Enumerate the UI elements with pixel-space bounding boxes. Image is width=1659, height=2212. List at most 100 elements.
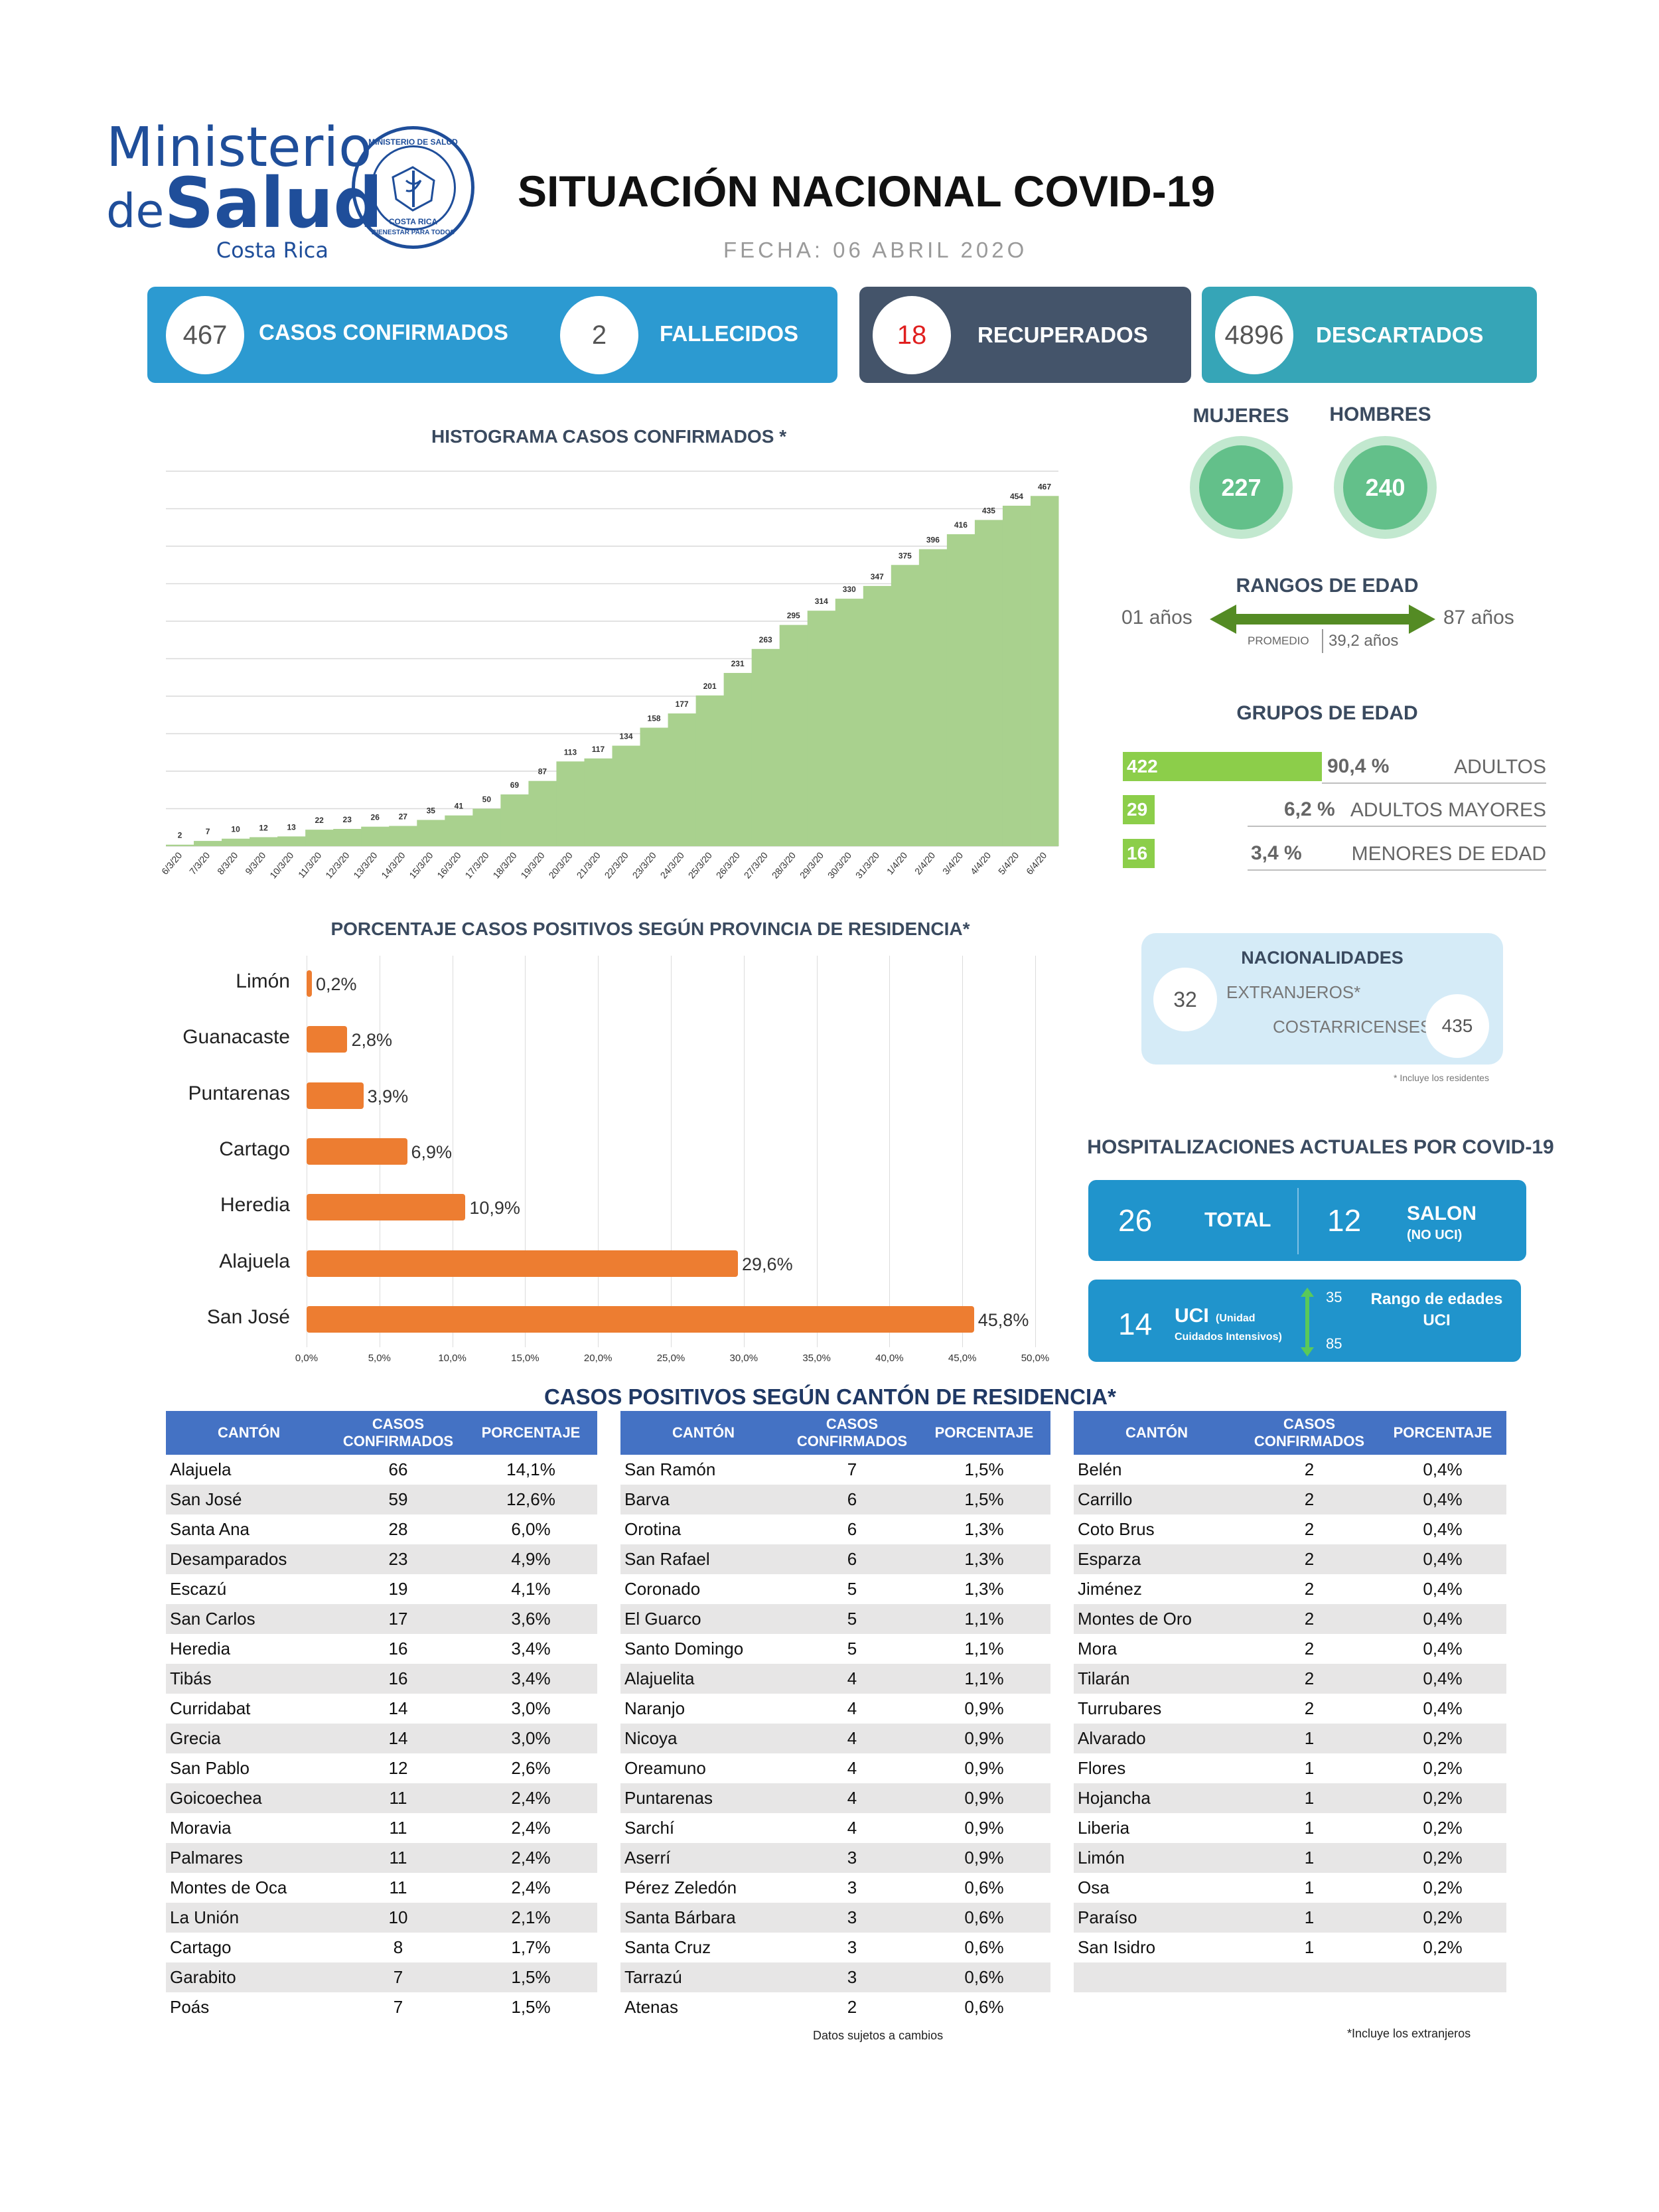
hospital-title: HOSPITALIZACIONES ACTUALES POR COVID-19 <box>1087 1136 1554 1158</box>
histogram-x-tick: 5/4/20 <box>996 849 1021 876</box>
histogram-x-tick: 21/3/20 <box>574 849 602 880</box>
table-row: Alajuela 66 14,1% <box>166 1455 597 1485</box>
canton-casos: 4 <box>847 1818 857 1838</box>
province-bar <box>307 1194 466 1221</box>
canton-name: Orotina <box>624 1519 682 1539</box>
province-bar <box>307 970 312 997</box>
canton-casos: 3 <box>786 1843 918 1873</box>
histogram-x-tick: 24/3/20 <box>658 849 686 880</box>
kpi-recuperados-box: 18 RECUPERADOS <box>859 287 1191 383</box>
histogram-step <box>668 713 697 846</box>
canton-casos: 1 <box>1240 1843 1379 1873</box>
canton-name: Montes de Oca <box>170 1878 287 1897</box>
canton-porcentaje: 2,4% <box>465 1783 597 1813</box>
canton-name: Coto Brus <box>1078 1519 1155 1539</box>
table-row: Belén 2 0,4% <box>1074 1455 1506 1485</box>
histogram-x-tick: 6/4/20 <box>1024 849 1048 876</box>
canton-name: Liberia <box>1078 1818 1130 1838</box>
canton-porcentaje: 6,0% <box>511 1519 551 1539</box>
canton-name: Hojancha <box>1074 1783 1240 1813</box>
histogram-step <box>723 672 753 846</box>
histogram-value-label: 134 <box>620 732 633 741</box>
province-value-label: 2,8% <box>351 1030 393 1051</box>
histogram-step <box>305 830 334 846</box>
histogram-value-label: 69 <box>510 780 520 790</box>
canton-name: San Isidro <box>1078 1937 1156 1957</box>
canton-porcentaje: 0,2% <box>1379 1843 1506 1873</box>
canton-casos: 4 <box>786 1664 918 1694</box>
histogram-step <box>807 611 836 846</box>
histogram-step <box>891 565 920 846</box>
histogram-chart: 2 7 10 12 1322 23 26 2735 41506987113 11713415817… <box>159 471 1059 881</box>
canton-name: Naranjo <box>624 1698 685 1718</box>
histogram-x-tick: 12/3/20 <box>323 849 351 880</box>
header-casos-line2: CONFIRMADOS <box>1254 1433 1365 1449</box>
canton-name: Nicoya <box>620 1724 786 1753</box>
canton-name: Poás <box>170 1997 210 2017</box>
province-bar <box>307 1026 348 1053</box>
header-porcentaje: PORCENTAJE <box>918 1411 1050 1455</box>
table-row: Tibás 16 3,4% <box>166 1664 597 1694</box>
canton-porcentaje: 3,0% <box>511 1698 551 1718</box>
logo-salud: Salud <box>164 163 383 244</box>
table-row: Alajuelita 4 1,1% <box>620 1664 1050 1694</box>
table-row: Nicoya 4 0,9% <box>620 1724 1050 1753</box>
histogram-x-tick: 22/3/20 <box>603 849 630 880</box>
province-gridline <box>962 956 964 1347</box>
histogram-value-label: 177 <box>676 700 689 709</box>
canton-name: Santo Domingo <box>624 1639 744 1659</box>
histogram-x-tick: 19/3/20 <box>518 849 546 880</box>
province-bar <box>307 1138 407 1165</box>
histogram-step <box>222 838 250 846</box>
header-casos-line2: CONFIRMADOS <box>796 1433 908 1449</box>
table-row: Curridabat 14 3,0% <box>166 1694 597 1724</box>
canton-casos: 14 <box>332 1724 465 1753</box>
ministerio-logo: Ministerio deSalud Costa Rica <box>106 119 383 263</box>
province-bar <box>307 1250 739 1277</box>
confirmados-label: CASOS CONFIRMADOS <box>259 320 508 344</box>
canton-porcentaje: 1,3% <box>964 1519 1004 1539</box>
table-row: Naranjo 4 0,9% <box>620 1694 1050 1724</box>
table-row: San Carlos 17 3,6% <box>166 1604 597 1634</box>
province-x-tick: 0,0% <box>295 1353 319 1364</box>
histogram-value-label: 113 <box>564 747 577 757</box>
canton-casos: 3 <box>847 1878 857 1897</box>
histogram-x-tick: 4/4/20 <box>968 849 993 876</box>
canton-name: Sarchí <box>624 1818 675 1838</box>
canton-casos: 5 <box>786 1604 918 1634</box>
canton-casos: 2 <box>1240 1664 1379 1694</box>
canton-casos: 2 <box>1240 1604 1379 1634</box>
canton-casos: 3 <box>786 1903 918 1933</box>
histogram-value-label: 2 <box>178 831 182 840</box>
canton-name: Oreamuno <box>624 1758 706 1778</box>
canton-name: Santa Ana <box>170 1519 250 1539</box>
table-row <box>1074 1962 1506 1992</box>
canton-name: Garabito <box>166 1962 332 1992</box>
canton-porcentaje: 0,9% <box>964 1698 1004 1718</box>
canton-name: Coronado <box>624 1579 701 1599</box>
uci-label: UCI <box>1175 1305 1209 1327</box>
table-row: Aserrí 3 0,9% <box>620 1843 1050 1873</box>
age-group-count: 422 <box>1123 752 1322 781</box>
hospital-uci-box: 14 UCI (Unidad Cuidados Intensivos) 35 8… <box>1088 1280 1521 1362</box>
histogram-value-label: 50 <box>482 795 492 804</box>
canton-casos: 11 <box>332 1783 465 1813</box>
canton-porcentaje: 0,6% <box>918 1903 1050 1933</box>
table-row: Flores 1 0,2% <box>1074 1753 1506 1783</box>
province-label: Heredia <box>220 1194 290 1217</box>
canton-porcentaje: 12,6% <box>465 1485 597 1514</box>
histogram-x-tick: 18/3/20 <box>490 849 518 880</box>
table-row: Moravia 11 2,4% <box>166 1813 597 1843</box>
header-casos: CASOS CONFIRMADOS <box>786 1411 918 1455</box>
canton-casos: 7 <box>393 1997 403 2017</box>
canton-casos: 4 <box>786 1783 918 1813</box>
histogram-step <box>1030 496 1059 846</box>
histogram-value-label: 13 <box>287 822 296 832</box>
fallecidos-label: FALLECIDOS <box>660 321 799 346</box>
table-row: Tarrazú 3 0,6% <box>620 1962 1050 1992</box>
canton-name: Tilarán <box>1074 1664 1240 1694</box>
canton-name: Mora <box>1078 1639 1118 1659</box>
note-left: Datos sujetos a cambios <box>813 2029 944 2042</box>
canton-casos: 6 <box>786 1485 918 1514</box>
histogram-value-label: 158 <box>648 713 661 723</box>
